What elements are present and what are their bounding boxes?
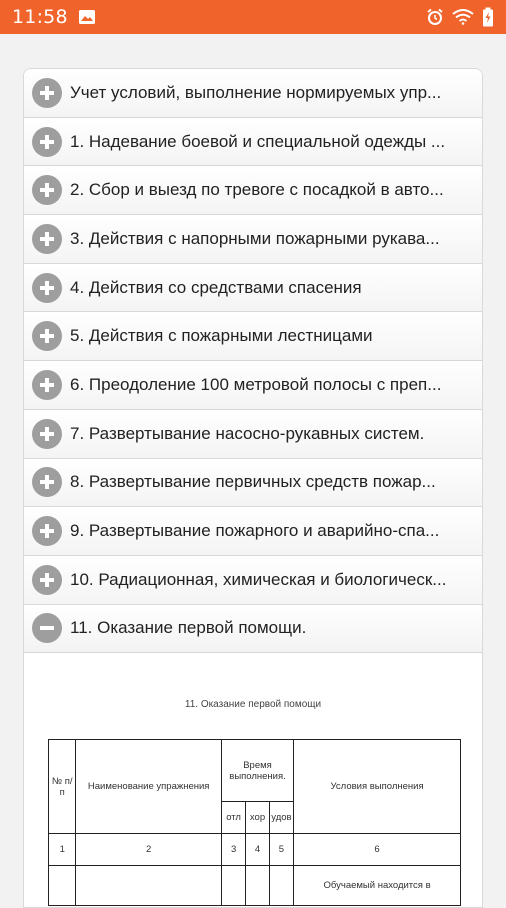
- accordion-item[interactable]: 1. Надевание боевой и специальной одежды…: [24, 117, 482, 167]
- status-bar: 11:58: [0, 0, 506, 34]
- expand-plus-icon[interactable]: [32, 126, 62, 157]
- table-header-conditions: Условия выполнения: [293, 739, 461, 835]
- accordion-item-label: 10. Радиационная, химическая и биологиче…: [70, 569, 447, 589]
- accordion: Учет условий, выполнение нормируемых упр…: [23, 68, 483, 908]
- accordion-item[interactable]: 7. Развертывание насосно-рукавных систем…: [24, 409, 482, 459]
- table-cell: 6: [293, 833, 461, 867]
- expand-plus-icon[interactable]: [32, 516, 62, 547]
- accordion-item[interactable]: Учет условий, выполнение нормируемых упр…: [24, 69, 482, 118]
- table-header-time-excellent: отл: [220, 801, 247, 835]
- accordion-item[interactable]: 9. Развертывание пожарного и аварийно-сп…: [24, 507, 482, 556]
- accordion-item-label: Учет условий, выполнение нормируемых упр…: [70, 82, 442, 102]
- table-cell: 2: [75, 833, 222, 867]
- table-cell: 4: [245, 833, 270, 867]
- table-header-num: № п/п: [47, 739, 77, 835]
- accordion-item-label: 9. Развертывание пожарного и аварийно-сп…: [70, 521, 440, 541]
- accordion-item-label: 6. Преодоление 100 метровой полосы с пре…: [70, 374, 442, 394]
- accordion-item-label: 1. Надевание боевой и специальной одежды…: [70, 131, 446, 151]
- expand-plus-icon[interactable]: [32, 321, 62, 352]
- accordion-item-label: 3. Действия с напорными пожарными рукава…: [70, 228, 440, 248]
- table-header-time-good: хор: [245, 801, 270, 835]
- accordion-item-expanded[interactable]: 11. Оказание первой помощи.: [24, 604, 482, 654]
- status-time: 11:58: [12, 6, 68, 28]
- document-title: 11. Оказание первой помощи: [184, 699, 322, 711]
- expand-plus-icon[interactable]: [32, 564, 62, 595]
- expand-plus-icon[interactable]: [32, 467, 62, 498]
- wifi-icon: [452, 9, 474, 25]
- table-header-time: Время выполнения.: [220, 739, 295, 803]
- battery-charging-icon: [482, 7, 494, 27]
- accordion-item-label: 7. Развертывание насосно-рукавных систем…: [70, 423, 425, 443]
- accordion-item[interactable]: 5. Действия с пожарными лестницами: [24, 312, 482, 362]
- accordion-item[interactable]: 10. Радиационная, химическая и биологиче…: [24, 555, 482, 605]
- accordion-item-label: 2. Сбор и выезд по тревоге с посадкой в …: [70, 180, 444, 200]
- table-cell: 5: [268, 833, 295, 867]
- expand-plus-icon[interactable]: [32, 175, 62, 206]
- alarm-icon: [426, 8, 444, 26]
- table-cell: 1: [47, 833, 77, 867]
- accordion-item[interactable]: 8. Развертывание первичных средств пожар…: [24, 458, 482, 508]
- image-icon: [78, 9, 96, 25]
- accordion-item[interactable]: 2. Сбор и выезд по тревоге с посадкой в …: [24, 166, 482, 216]
- expand-plus-icon[interactable]: [32, 223, 62, 254]
- table-header-time-satisfactory: удов: [268, 801, 295, 835]
- accordion-panel: 11. Оказание первой помощи № п/п Наимено…: [24, 653, 482, 907]
- expand-plus-icon[interactable]: [32, 272, 62, 303]
- accordion-item[interactable]: 6. Преодоление 100 метровой полосы с пре…: [24, 361, 482, 410]
- table-header-name: Наименование упражнения: [75, 739, 222, 835]
- accordion-item[interactable]: 4. Действия со средствами спасения: [24, 263, 482, 313]
- table-cell: 3: [220, 833, 247, 867]
- accordion-item-label: 5. Действия с пожарными лестницами: [70, 326, 373, 346]
- accordion-item-label: 8. Развертывание первичных средств пожар…: [70, 472, 436, 492]
- accordion-item-label: 11. Оказание первой помощи.: [70, 618, 307, 638]
- accordion-item[interactable]: 3. Действия с напорными пожарными рукава…: [24, 215, 482, 264]
- accordion-item-label: 4. Действия со средствами спасения: [70, 277, 362, 297]
- expand-plus-icon[interactable]: [32, 77, 62, 108]
- expand-plus-icon[interactable]: [32, 418, 62, 449]
- collapse-minus-icon[interactable]: [32, 613, 62, 644]
- exercise-table: № п/п Наименование упражнения Время выпо…: [47, 739, 461, 907]
- expand-plus-icon[interactable]: [32, 369, 62, 400]
